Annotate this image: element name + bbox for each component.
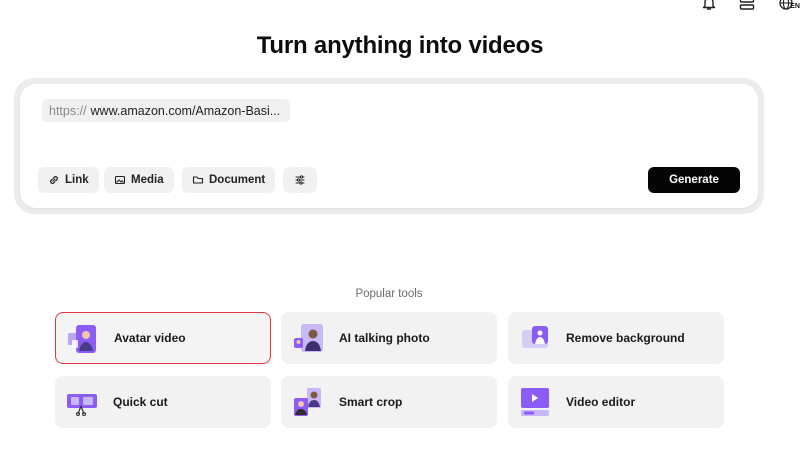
tool-label: Remove background xyxy=(566,331,685,345)
tool-ai-talking-photo[interactable]: AI talking photo xyxy=(281,312,497,364)
smart-crop-icon xyxy=(291,386,325,418)
sliders-icon xyxy=(294,174,306,186)
avatar-video-icon xyxy=(66,323,100,355)
remove-background-icon xyxy=(518,322,552,354)
tool-label: AI talking photo xyxy=(339,331,430,345)
media-button-label: Media xyxy=(131,174,164,186)
generate-button[interactable]: Generate xyxy=(648,167,740,193)
link-button-label: Link xyxy=(65,174,89,186)
page: EN Turn anything into videos https:// ww… xyxy=(0,0,800,450)
globe-language-icon[interactable]: EN xyxy=(774,0,800,12)
link-button[interactable]: Link xyxy=(38,167,99,193)
header-actions: EN xyxy=(698,0,800,12)
page-title: Turn anything into videos xyxy=(256,32,544,59)
tool-quick-cut[interactable]: Quick cut xyxy=(55,376,271,428)
tool-avatar-video[interactable]: Avatar video xyxy=(55,312,271,364)
tool-label: Quick cut xyxy=(113,395,168,409)
document-button-label: Document xyxy=(209,174,266,186)
bell-icon[interactable] xyxy=(698,0,720,12)
quick-cut-icon xyxy=(65,386,99,418)
layers-icon[interactable] xyxy=(736,0,758,12)
talking-photo-icon xyxy=(291,322,325,354)
document-button[interactable]: Document xyxy=(182,167,276,193)
link-icon xyxy=(48,174,60,186)
settings-button[interactable] xyxy=(283,167,317,193)
folder-icon xyxy=(192,174,204,186)
url-value: www.amazon.com/Amazon-Basi... xyxy=(90,103,281,118)
image-icon xyxy=(114,174,126,186)
url-input[interactable]: https:// www.amazon.com/Amazon-Basi... xyxy=(42,99,291,122)
popular-tools-heading: Popular tools xyxy=(355,288,423,300)
language-badge: EN xyxy=(790,3,800,10)
url-prefix: https:// xyxy=(49,103,87,118)
tool-label: Video editor xyxy=(566,395,636,409)
media-button[interactable]: Media xyxy=(104,167,174,193)
tool-remove-background[interactable]: Remove background xyxy=(508,312,724,364)
tool-smart-crop[interactable]: Smart crop xyxy=(281,376,497,428)
tool-video-editor[interactable]: Video editor xyxy=(508,376,724,428)
tool-label: Smart crop xyxy=(339,395,403,409)
video-editor-icon xyxy=(518,386,552,418)
tool-label: Avatar video xyxy=(114,331,186,345)
